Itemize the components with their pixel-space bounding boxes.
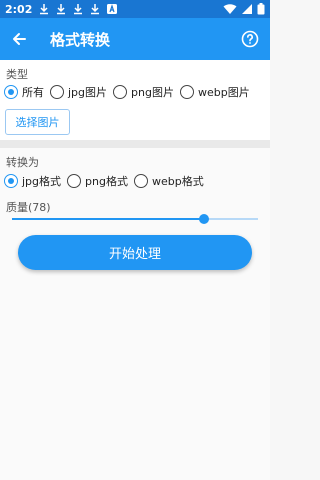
battery-icon [257, 3, 265, 15]
radio-circle [113, 85, 128, 99]
app-notification-icon [106, 3, 118, 15]
radio-circle [179, 85, 194, 99]
convert-radio-webp-label: webp格式 [151, 175, 204, 188]
type-radio-all-label: 所有 [22, 86, 44, 99]
type-radio-webp[interactable]: webp图片 [179, 84, 250, 100]
wifi-icon [223, 4, 237, 14]
radio-circle [4, 85, 18, 99]
radio-circle [4, 174, 18, 188]
type-radio-all[interactable]: 所有 [4, 84, 44, 100]
download-icon [89, 3, 101, 15]
type-radio-group: 所有 jpg图片 png图片 webp图片 [4, 84, 256, 100]
convert-radio-png-label: png格式 [85, 175, 128, 188]
type-radio-jpg-label: jpg图片 [68, 86, 108, 99]
select-image-button[interactable]: 选择图片 [5, 109, 70, 135]
help-button[interactable] [230, 18, 270, 60]
app-bar: 格式转换 [0, 18, 270, 60]
download-icon [38, 3, 50, 15]
radio-circle [67, 174, 82, 188]
convert-radio-png[interactable]: png格式 [67, 173, 128, 189]
status-time: 2:02 [5, 2, 33, 16]
quality-slider[interactable] [12, 213, 258, 225]
convert-section-label: 转换为 [6, 156, 39, 169]
convert-radio-jpg-label: jpg格式 [22, 175, 62, 188]
back-button[interactable] [0, 18, 38, 60]
type-radio-png-label: png图片 [131, 86, 174, 99]
radio-circle [133, 174, 148, 188]
slider-thumb[interactable] [198, 214, 209, 224]
status-bar: 2:02 [0, 0, 270, 18]
convert-radio-jpg[interactable]: jpg格式 [4, 173, 61, 189]
convert-radio-group: jpg格式 png格式 webp格式 [4, 173, 210, 189]
status-right-icons [223, 3, 265, 15]
help-icon [241, 30, 259, 48]
page-title: 格式转换 [50, 30, 111, 49]
section-divider [0, 140, 270, 148]
convert-card [0, 148, 270, 480]
type-radio-png[interactable]: png图片 [113, 84, 174, 100]
type-section-label: 类型 [6, 68, 28, 81]
type-radio-jpg[interactable]: jpg图片 [50, 84, 107, 100]
start-processing-button[interactable]: 开始处理 [18, 235, 252, 270]
signal-icon [242, 4, 252, 14]
type-radio-webp-label: webp图片 [197, 86, 250, 99]
slider-fill [12, 218, 204, 220]
download-icon [72, 3, 84, 15]
arrow-back-icon [13, 33, 26, 45]
download-icon [55, 3, 67, 15]
radio-circle [50, 85, 64, 99]
convert-radio-webp[interactable]: webp格式 [133, 173, 204, 189]
